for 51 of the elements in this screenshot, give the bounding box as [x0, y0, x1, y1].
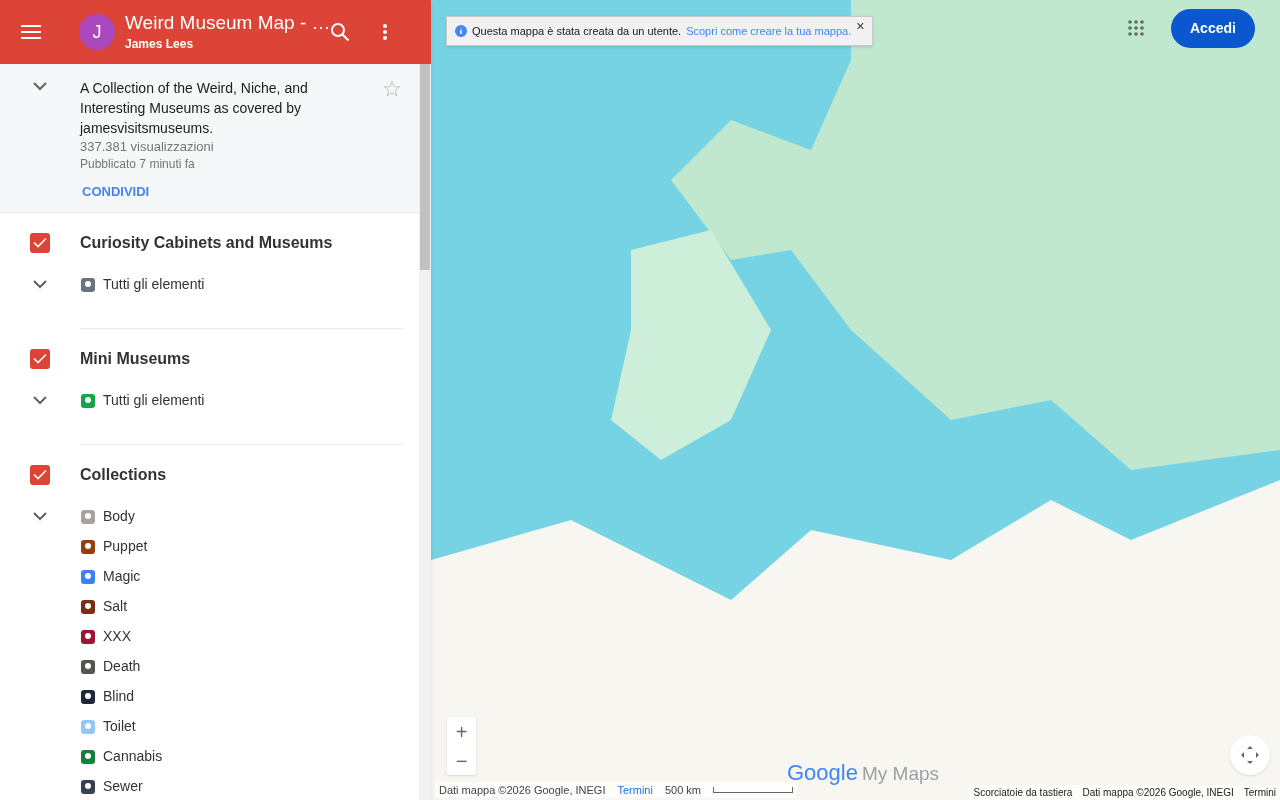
close-button[interactable]: ×: [856, 19, 865, 33]
chevron-icon[interactable]: [33, 395, 47, 405]
menu-icon[interactable]: [20, 24, 42, 40]
search-icon[interactable]: [330, 22, 350, 42]
map-description: A Collection of the Weird, Niche, and Interesting Museums as covered by jamesvisitsmuseums.: [80, 79, 309, 138]
category-label[interactable]: Blind: [103, 686, 135, 707]
category-label[interactable]: Puppet: [103, 536, 148, 557]
chevron-icon[interactable]: [33, 511, 47, 521]
keyboard-shortcuts-link[interactable]: Scorciatoie da tastiera: [973, 785, 1073, 800]
layer-checkbox[interactable]: [30, 348, 50, 369]
layer-title[interactable]: Curiosity Cabinets and Museums: [80, 230, 333, 255]
avatar[interactable]: J: [79, 14, 115, 50]
scale-label: 500 km: [664, 782, 701, 798]
checkmark-icon: [33, 469, 47, 480]
layer-title[interactable]: Mini Museums: [80, 346, 191, 371]
zoom-out-button[interactable]: −: [447, 746, 476, 775]
published-time: Pubblicato 7 minuti fa: [80, 156, 196, 172]
layer-checkbox[interactable]: [30, 232, 50, 253]
notice-text: Questa mappa è stata creata da un utente.: [472, 23, 682, 39]
product-name: My Maps: [861, 762, 940, 786]
author-name: James Lees: [125, 36, 195, 53]
apps-grid-icon[interactable]: [1128, 20, 1144, 36]
category-label[interactable]: Cannabis: [103, 746, 163, 767]
info-icon: [455, 25, 467, 37]
view-count: 337.381 visualizzazioni: [80, 138, 215, 156]
layer-checkbox[interactable]: [30, 464, 50, 485]
category-label[interactable]: Death: [103, 656, 141, 677]
chevron-icon[interactable]: [33, 279, 47, 289]
more-options-icon[interactable]: [382, 23, 388, 41]
category-label[interactable]: Tutti gli elementi: [103, 390, 205, 411]
map-data-attribution: Dati mappa ©2026 Google, INEGI: [1082, 786, 1234, 800]
layer-title[interactable]: Collections: [80, 462, 167, 487]
chevron-icon[interactable]: [33, 82, 47, 91]
checkmark-icon: [33, 237, 47, 248]
category-label[interactable]: Magic: [103, 566, 141, 587]
star-icon[interactable]: [383, 80, 401, 98]
scrollbar[interactable]: [419, 64, 431, 800]
terms-link[interactable]: Termini: [1243, 785, 1276, 800]
checkmark-icon: [33, 353, 47, 364]
map-data-attribution: Dati mappa ©2026 Google, INEGI: [439, 782, 606, 798]
category-label[interactable]: Toilet: [103, 716, 136, 737]
category-label[interactable]: Sewer: [103, 776, 143, 797]
zoom-in-button[interactable]: +: [447, 717, 476, 746]
sign-in-button[interactable]: Accedi: [1171, 9, 1255, 48]
category-label[interactable]: Body: [103, 506, 135, 527]
move-arrows-icon: [1239, 744, 1261, 766]
category-label[interactable]: XXX: [103, 626, 131, 647]
category-label[interactable]: Salt: [103, 596, 128, 617]
google-logo-text: Google: [787, 759, 858, 787]
category-label[interactable]: Tutti gli elementi: [103, 274, 205, 295]
terms-link[interactable]: Termini: [617, 781, 653, 799]
